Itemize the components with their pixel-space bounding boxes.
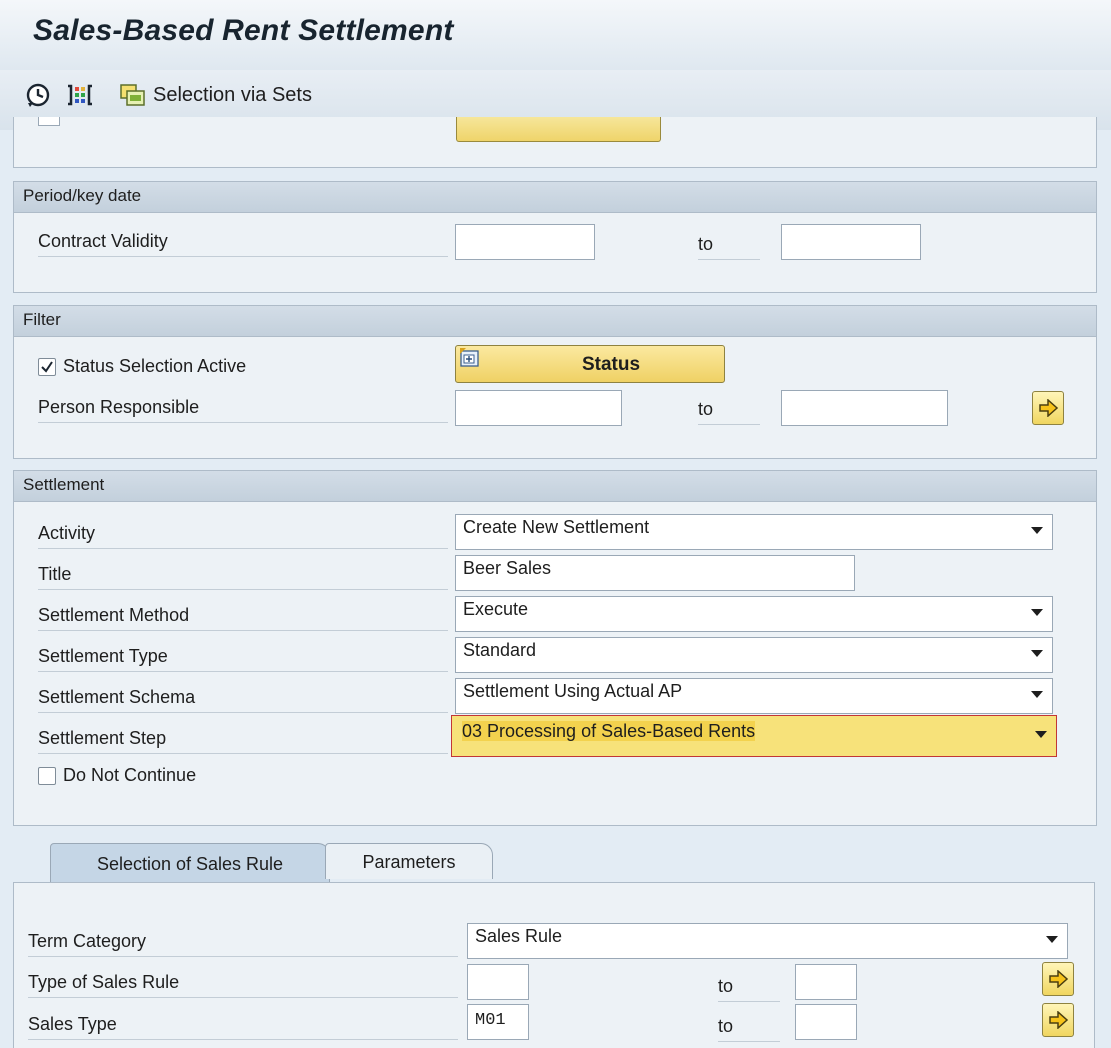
- activity-select[interactable]: Create New Settlement: [455, 514, 1053, 550]
- sales-type-multiple-selection-button[interactable]: [1042, 1003, 1074, 1037]
- type-of-sales-rule-multiple-selection-button[interactable]: [1042, 962, 1074, 996]
- contract-validity-to-input[interactable]: [781, 224, 921, 260]
- chevron-down-icon: [1031, 609, 1043, 616]
- chevron-down-icon: [1031, 691, 1043, 698]
- filter-frame-title: Filter: [23, 310, 61, 329]
- settlement-frame-title: Settlement: [23, 475, 105, 494]
- arrow-right-icon: [1039, 399, 1059, 417]
- settlement-schema-select[interactable]: Settlement Using Actual AP: [455, 678, 1053, 714]
- contract-validity-from-input[interactable]: [455, 224, 595, 260]
- tab-parameters[interactable]: Parameters: [325, 843, 493, 879]
- sales-type-to-label: to: [718, 1011, 780, 1042]
- selection-via-sets-button[interactable]: Selection via Sets: [153, 84, 312, 107]
- person-responsible-to-label: to: [698, 394, 760, 425]
- selection-sets-icon[interactable]: [119, 82, 145, 108]
- term-category-label: Term Category: [28, 926, 458, 957]
- settlement-method-select[interactable]: Execute: [455, 596, 1053, 632]
- chevron-down-icon: [1035, 731, 1047, 738]
- chevron-down-icon: [1031, 527, 1043, 534]
- term-category-value: Sales Rule: [475, 926, 563, 946]
- settlement-step-label: Settlement Step: [38, 723, 448, 754]
- settlement-type-value: Standard: [463, 640, 537, 660]
- sales-type-to-input[interactable]: [795, 1004, 857, 1040]
- settlement-method-value: Execute: [463, 599, 529, 619]
- arrow-right-icon: [1049, 1011, 1069, 1029]
- execute-clock-icon[interactable]: [25, 82, 51, 108]
- type-of-sales-rule-from-input[interactable]: [467, 964, 529, 1000]
- sales-type-label: Sales Type: [28, 1009, 458, 1040]
- settlement-step-value: 03 Processing of Sales-Based Rents: [462, 721, 756, 741]
- tab-selection-of-sales-rule[interactable]: Selection of Sales Rule: [50, 843, 330, 883]
- settlement-method-label: Settlement Method: [38, 600, 448, 631]
- do-not-continue-label: Do Not Continue: [63, 765, 197, 785]
- column-layout-icon[interactable]: [65, 82, 92, 108]
- person-responsible-label: Person Responsible: [38, 392, 448, 423]
- sales-type-from-input[interactable]: M01: [467, 1004, 529, 1040]
- status-button[interactable]: Status: [455, 345, 725, 383]
- title-label: Title: [38, 559, 448, 590]
- settlement-type-select[interactable]: Standard: [455, 637, 1053, 673]
- partial-yellow-button[interactable]: [456, 117, 661, 142]
- title-input[interactable]: Beer Sales: [455, 555, 855, 591]
- tab-label: Selection of Sales Rule: [96, 854, 284, 874]
- chevron-down-icon: [1046, 936, 1058, 943]
- settlement-schema-value: Settlement Using Actual AP: [463, 681, 683, 701]
- partial-checkbox[interactable]: [38, 117, 60, 126]
- settlement-type-label: Settlement Type: [38, 641, 448, 672]
- term-category-select[interactable]: Sales Rule: [467, 923, 1068, 959]
- settlement-schema-label: Settlement Schema: [38, 682, 448, 713]
- settlement-step-select[interactable]: 03 Processing of Sales-Based Rents: [451, 715, 1057, 757]
- do-not-continue-checkbox[interactable]: [38, 767, 56, 785]
- settlement-frame-header: Settlement: [14, 471, 1096, 502]
- type-of-sales-rule-to-label: to: [718, 971, 780, 1002]
- page-title: Sales-Based Rent Settlement: [33, 14, 454, 47]
- activity-value: Create New Settlement: [463, 517, 650, 537]
- checkmark-icon: [41, 361, 53, 373]
- chevron-down-icon: [1031, 650, 1043, 657]
- status-button-label: Status: [581, 354, 641, 375]
- person-responsible-to-input[interactable]: [781, 390, 948, 426]
- period-frame-header: Period/key date: [14, 182, 1096, 213]
- person-responsible-from-input[interactable]: [455, 390, 622, 426]
- type-of-sales-rule-to-input[interactable]: [795, 964, 857, 1000]
- contract-validity-label: Contract Validity: [38, 226, 448, 257]
- type-of-sales-rule-label: Type of Sales Rule: [28, 967, 458, 998]
- status-selection-label: Status Selection Active: [63, 356, 247, 376]
- status-selection-checkbox[interactable]: [38, 358, 56, 376]
- period-frame-title: Period/key date: [23, 186, 142, 205]
- tab-label: Parameters: [362, 852, 456, 872]
- contract-validity-to-label: to: [698, 229, 760, 260]
- filter-frame-header: Filter: [14, 306, 1096, 337]
- person-responsible-multiple-selection-button[interactable]: [1032, 391, 1064, 425]
- arrow-right-icon: [1049, 970, 1069, 988]
- activity-label: Activity: [38, 518, 448, 549]
